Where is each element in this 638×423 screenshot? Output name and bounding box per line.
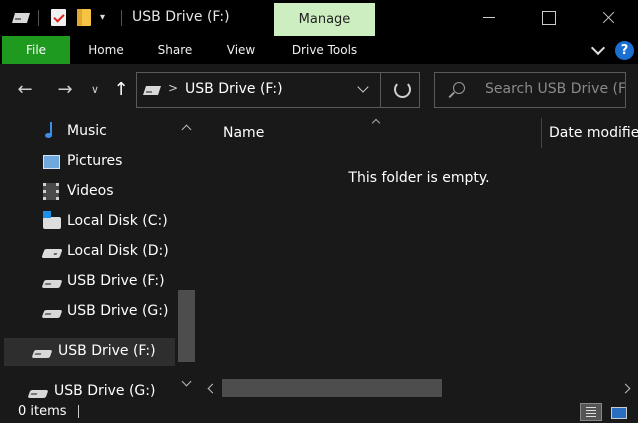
title-bar: ▾ USB Drive (F:) Manage	[0, 0, 638, 36]
large-icons-view-icon[interactable]	[608, 404, 628, 420]
sidebar-item-label: Music	[67, 123, 107, 139]
title-separator	[121, 10, 122, 26]
usb-drive-icon	[41, 310, 63, 318]
sidebar-item-label: Local Disk (C:)	[67, 213, 168, 229]
sidebar-item-label: Pictures	[67, 153, 123, 169]
scroll-thumb[interactable]	[222, 379, 442, 397]
scroll-right-icon[interactable]	[622, 383, 632, 393]
sidebar-item-label: USB Drive (G:)	[67, 303, 169, 319]
sidebar-item-usb-drive-f[interactable]: USB Drive (F:)	[0, 268, 176, 296]
column-divider[interactable]	[541, 118, 542, 148]
properties-icon[interactable]	[51, 9, 66, 26]
back-button[interactable]: ←	[12, 77, 38, 103]
tab-share[interactable]: Share	[142, 36, 208, 64]
search-icon	[453, 82, 465, 94]
navigation-scrollbar[interactable]	[176, 116, 196, 399]
status-separator	[78, 405, 79, 418]
pictures-icon	[43, 155, 60, 169]
breadcrumb-chevron-icon[interactable]: >	[168, 81, 178, 95]
close-button[interactable]	[585, 0, 631, 36]
column-header-date-modified[interactable]: Date modified	[549, 125, 638, 141]
title-separator	[38, 10, 39, 26]
sidebar-item-pictures[interactable]: Pictures	[0, 148, 176, 176]
search-input[interactable]: Search USB Drive (F:)	[434, 72, 626, 108]
item-count: 0 items	[18, 404, 67, 419]
sidebar-item-label: Local Disk (D:)	[67, 243, 169, 259]
forward-button[interactable]: →	[52, 77, 78, 103]
file-list-pane[interactable]: Name Date modified This folder is empty.	[200, 116, 638, 399]
address-row: ← → ∨ ↑ > USB Drive (F:) Search USB Driv…	[0, 64, 638, 116]
ribbon-tabs: File Home Share View Drive Tools ?	[0, 36, 638, 64]
tab-manage[interactable]: Manage	[274, 3, 375, 36]
column-headers: Name Date modified	[200, 116, 638, 150]
scroll-up-icon[interactable]	[180, 122, 192, 132]
up-button[interactable]: ↑	[108, 77, 134, 103]
sidebar-item-label: USB Drive (F:)	[58, 343, 156, 359]
scroll-thumb[interactable]	[178, 290, 195, 362]
address-dropdown-icon[interactable]	[357, 83, 369, 95]
tab-file[interactable]: File	[2, 36, 70, 64]
maximize-button[interactable]	[525, 0, 571, 36]
quick-access-dropdown-icon[interactable]: ▾	[100, 10, 105, 26]
search-placeholder: Search USB Drive (F:)	[485, 81, 625, 97]
details-view-icon[interactable]	[580, 403, 602, 421]
expand-ribbon-chevron-icon[interactable]	[589, 41, 609, 59]
drive-icon	[143, 86, 161, 95]
refresh-icon[interactable]	[394, 81, 411, 98]
windows-disk-icon	[43, 211, 61, 229]
scroll-left-icon[interactable]	[206, 383, 216, 393]
sidebar-item-videos[interactable]: Videos	[0, 178, 176, 206]
address-divider	[380, 73, 381, 107]
sidebar-item-label: Videos	[67, 183, 114, 199]
disk-icon	[41, 249, 63, 258]
sidebar-item-usb-drive-f-root[interactable]: USB Drive (F:)	[4, 338, 175, 366]
drive-icon	[12, 13, 30, 23]
sidebar-item-label: USB Drive (F:)	[67, 273, 165, 289]
tab-view[interactable]: View	[212, 36, 270, 64]
sidebar-item-local-disk-c[interactable]: Local Disk (C:)	[0, 208, 176, 236]
usb-drive-icon	[27, 390, 49, 398]
sidebar-item-label: USB Drive (G:)	[54, 383, 156, 399]
address-bar[interactable]: > USB Drive (F:)	[136, 72, 420, 108]
minimize-button[interactable]	[466, 0, 512, 36]
recent-locations-button[interactable]: ∨	[86, 77, 104, 103]
navigation-pane: Music Pictures Videos Local Disk (C:) Lo…	[0, 116, 200, 399]
sidebar-item-usb-drive-g-root[interactable]: USB Drive (G:)	[0, 378, 176, 399]
status-bar: 0 items	[0, 399, 638, 423]
column-header-name[interactable]: Name	[223, 125, 264, 141]
window-title: USB Drive (F:)	[132, 9, 230, 25]
content-horizontal-scrollbar[interactable]	[200, 377, 638, 399]
breadcrumb[interactable]: USB Drive (F:)	[185, 81, 283, 97]
usb-drive-icon	[31, 350, 53, 358]
sidebar-item-local-disk-d[interactable]: Local Disk (D:)	[0, 238, 176, 266]
usb-drive-icon	[41, 280, 63, 288]
tab-home[interactable]: Home	[74, 36, 138, 64]
empty-folder-message: This folder is empty.	[348, 170, 490, 186]
tab-drive-tools[interactable]: Drive Tools	[274, 36, 375, 64]
music-icon	[43, 122, 57, 140]
sidebar-item-music[interactable]: Music	[0, 118, 176, 146]
scroll-down-icon[interactable]	[180, 378, 192, 388]
sort-ascending-icon	[372, 117, 380, 125]
help-icon[interactable]: ?	[615, 41, 634, 60]
videos-icon	[43, 183, 59, 200]
new-folder-icon[interactable]	[77, 9, 91, 26]
sidebar-item-usb-drive-g[interactable]: USB Drive (G:)	[0, 298, 176, 326]
